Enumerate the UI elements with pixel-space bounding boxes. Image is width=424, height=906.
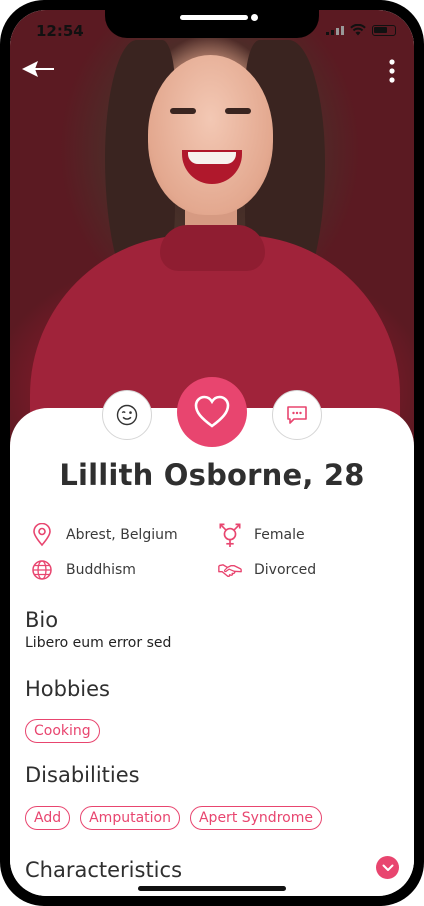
photo-teeth: [188, 152, 236, 164]
info-relationship-status: Divorced: [218, 558, 316, 582]
photo-eye-right: [225, 108, 251, 114]
disability-tags: Add Amputation Apert Syndrome: [25, 806, 322, 830]
wifi-icon: [350, 24, 366, 36]
phone-frame: 12:54 Lillith Osborne, 28 Abrest, Belgiu…: [0, 0, 424, 906]
photo-collar: [160, 225, 265, 271]
hobby-tag[interactable]: Cooking: [25, 719, 100, 743]
home-indicator[interactable]: [138, 886, 286, 891]
more-options-button[interactable]: [378, 56, 406, 86]
like-button[interactable]: [177, 377, 247, 447]
status-icons: [326, 24, 396, 36]
heart-icon: [194, 395, 230, 428]
signal-icon: [326, 25, 344, 35]
gender-text: Female: [254, 527, 305, 543]
disability-tag[interactable]: Amputation: [80, 806, 180, 830]
profile-name-age: Lillith Osborne, 28: [59, 458, 365, 492]
info-gender: Female: [218, 523, 305, 547]
chat-bubble-icon: [287, 406, 307, 424]
arrow-left-icon: [22, 61, 54, 77]
disability-tag[interactable]: Add: [25, 806, 71, 830]
wink-face-icon: [116, 404, 138, 426]
gender-symbol-icon: [218, 523, 242, 547]
status-time: 12:54: [36, 22, 84, 40]
notch-speaker: [180, 15, 248, 20]
notch: [105, 10, 319, 38]
more-vertical-icon: [389, 59, 395, 83]
notch-camera: [251, 14, 258, 21]
handshake-icon: [218, 558, 242, 582]
location-text: Abrest, Belgium: [66, 527, 178, 543]
bio-title: Bio: [25, 608, 59, 632]
info-religion: Buddhism: [30, 558, 136, 582]
religion-text: Buddhism: [66, 562, 136, 578]
photo-face: [148, 55, 273, 215]
photo-eye-left: [170, 108, 196, 114]
info-location: Abrest, Belgium: [30, 523, 178, 547]
back-button[interactable]: [18, 58, 58, 80]
bio-text: Libero eum error sed: [25, 635, 172, 651]
disability-tag[interactable]: Apert Syndrome: [189, 806, 322, 830]
characteristics-title: Characteristics: [25, 858, 183, 882]
hobby-tags: Cooking: [25, 719, 100, 743]
disabilities-title: Disabilities: [25, 763, 140, 787]
characteristics-expand-button[interactable]: [376, 856, 399, 879]
globe-icon: [30, 558, 54, 582]
hobbies-title: Hobbies: [25, 677, 110, 701]
wink-button[interactable]: [102, 390, 152, 440]
chevron-down-icon: [382, 864, 393, 871]
screen: 12:54 Lillith Osborne, 28 Abrest, Belgiu…: [10, 10, 414, 896]
relationship-status-text: Divorced: [254, 562, 317, 578]
location-pin-icon: [30, 523, 54, 547]
battery-icon: [372, 24, 396, 36]
chat-button[interactable]: [272, 390, 322, 440]
